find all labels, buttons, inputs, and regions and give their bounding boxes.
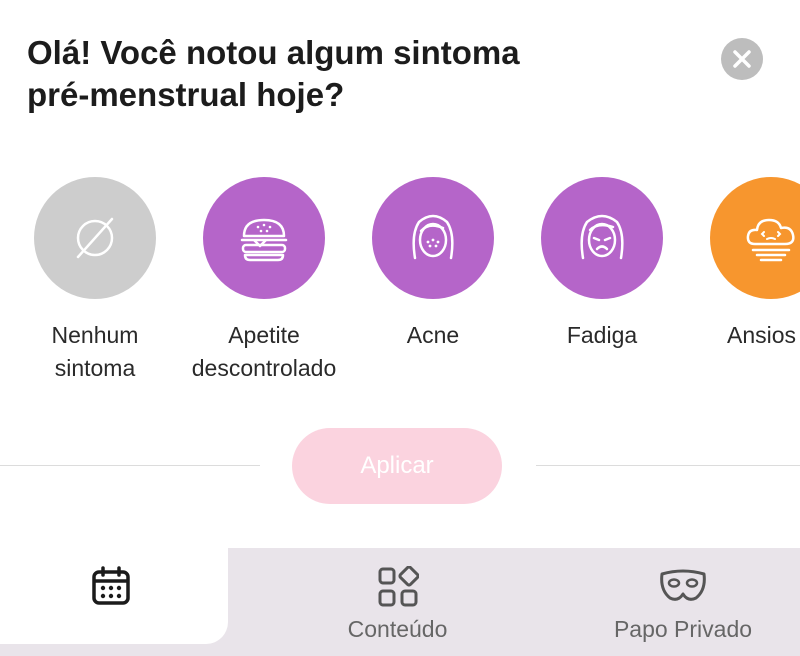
- symptom-circle[interactable]: [541, 177, 663, 299]
- anxious-cloud-icon: [746, 218, 795, 262]
- dialog-title: Olá! Você notou algum sintoma pré-menstr…: [27, 34, 520, 113]
- symptom-circle[interactable]: [203, 177, 325, 299]
- close-button[interactable]: [721, 38, 763, 80]
- nav-item-private-chat[interactable]: Papo Privado: [595, 548, 771, 656]
- burger-icon: [240, 218, 288, 262]
- symptom-label: Acne: [406, 322, 460, 348]
- divider-right: [536, 465, 800, 466]
- symptom-label: Apetite descontrolado: [191, 322, 337, 381]
- nav-item-content[interactable]: Conteúdo: [300, 548, 495, 656]
- close-icon: [733, 50, 751, 68]
- symptom-label: Ansios: [727, 322, 797, 348]
- symptom-dialog: Olá! Você notou algum sintoma pré-menstr…: [0, 0, 800, 548]
- symptom-label: Nenhum sintoma: [51, 322, 139, 381]
- symptom-circle[interactable]: [710, 177, 800, 299]
- symptom-label: Fadiga: [566, 322, 638, 348]
- nav-label-private-chat: Papo Privado: [613, 616, 753, 642]
- calendar-icon: [92, 566, 130, 605]
- symptom-circle[interactable]: [372, 177, 494, 299]
- apply-button[interactable]: Aplicar: [292, 428, 502, 504]
- symptom-circle[interactable]: [34, 177, 156, 299]
- empty-set-icon: [76, 217, 114, 259]
- nav-item-calendar[interactable]: [0, 548, 228, 644]
- mask-icon: [660, 569, 706, 601]
- content-grid-icon: [378, 566, 419, 607]
- divider-left: [0, 465, 260, 466]
- sad-face-icon: [580, 214, 624, 260]
- nav-label-content: Conteúdo: [347, 616, 448, 642]
- acne-face-icon: [412, 214, 454, 260]
